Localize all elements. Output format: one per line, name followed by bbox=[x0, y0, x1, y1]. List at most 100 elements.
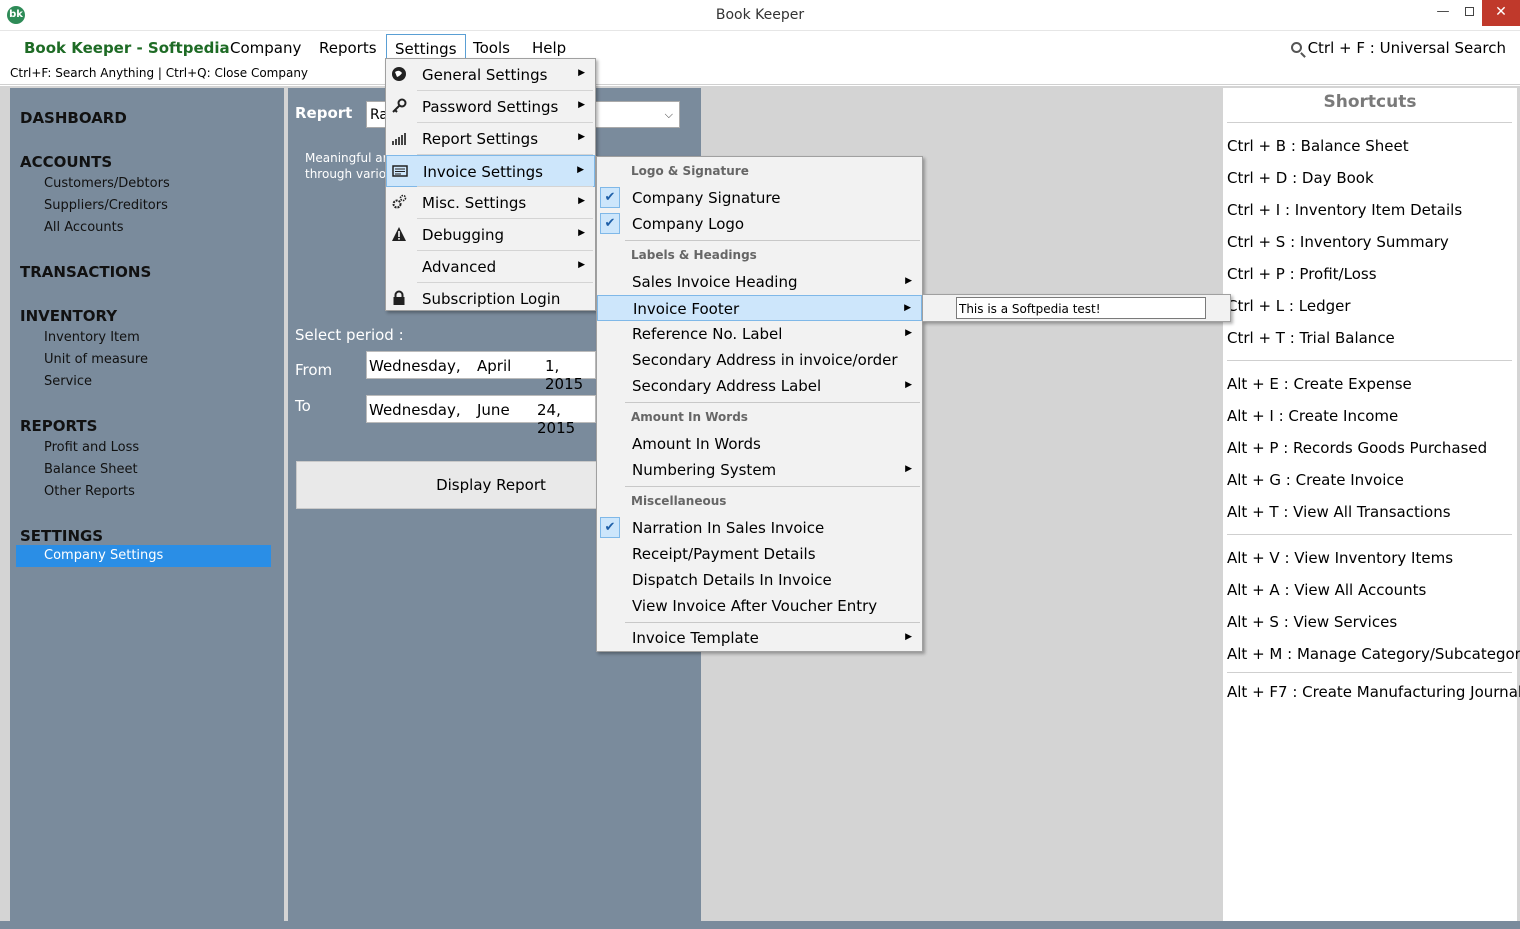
submenu-arrow-icon: ▶ bbox=[578, 260, 585, 270]
shortcut-item: Alt + M : Manage Category/Subcategory bbox=[1227, 645, 1520, 663]
sidebar-item-profit-loss[interactable]: Profit and Loss bbox=[44, 440, 139, 455]
section-heading-logo: Logo & Signature bbox=[631, 164, 749, 178]
menu-dispatch-details[interactable]: Dispatch Details In Invoice bbox=[597, 567, 922, 593]
menu-label: Narration In Sales Invoice bbox=[632, 519, 825, 537]
shortcut-item: Ctrl + L : Ledger bbox=[1227, 297, 1351, 315]
menu-report-settings[interactable]: Report Settings ▶ bbox=[386, 123, 595, 155]
menu-tools[interactable]: Tools bbox=[473, 39, 510, 57]
menu-label: Company Signature bbox=[632, 189, 781, 207]
menu-debugging[interactable]: Debugging ▶ bbox=[386, 219, 595, 251]
menu-label: Reference No. Label bbox=[632, 325, 783, 343]
menu-label: Invoice Settings bbox=[423, 163, 543, 181]
menu-subscription-login[interactable]: Subscription Login bbox=[386, 283, 595, 315]
sidebar-item-all-accounts[interactable]: All Accounts bbox=[44, 220, 124, 235]
menu-reference-no-label[interactable]: Reference No. Label ▶ bbox=[597, 321, 922, 347]
menu-label: Receipt/Payment Details bbox=[632, 545, 816, 563]
menu-amount-in-words[interactable]: Amount In Words bbox=[597, 431, 922, 457]
close-button[interactable]: ✕ bbox=[1482, 0, 1520, 26]
from-label: From bbox=[295, 361, 333, 379]
menu-password-settings[interactable]: Password Settings ▶ bbox=[386, 91, 595, 123]
menu-advanced[interactable]: Advanced ▶ bbox=[386, 251, 595, 283]
shortcuts-divider bbox=[1227, 360, 1512, 361]
menu-label: Sales Invoice Heading bbox=[632, 273, 798, 291]
minimize-button[interactable]: — bbox=[1430, 0, 1456, 26]
shortcuts-divider bbox=[1227, 672, 1512, 673]
sidebar-item-inventory-item[interactable]: Inventory Item bbox=[44, 330, 140, 345]
universal-search[interactable]: Ctrl + F : Universal Search bbox=[1290, 39, 1506, 57]
sidebar-item-unit-of-measure[interactable]: Unit of measure bbox=[44, 352, 148, 367]
sidebar-item-balance-sheet[interactable]: Balance Sheet bbox=[44, 462, 138, 477]
menu-invoice-template[interactable]: Invoice Template ▶ bbox=[597, 625, 922, 651]
sidebar-dashboard[interactable]: DASHBOARD bbox=[20, 109, 127, 127]
menu-invoice-footer[interactable]: Invoice Footer ▶ bbox=[597, 295, 922, 321]
sidebar-item-service[interactable]: Service bbox=[44, 374, 92, 389]
submenu-arrow-icon: ▶ bbox=[578, 196, 585, 206]
shortcuts-panel: Shortcuts Ctrl + B : Balance Sheet Ctrl … bbox=[1223, 88, 1520, 921]
menu-secondary-address[interactable]: Secondary Address in invoice/order bbox=[597, 347, 922, 373]
menu-company[interactable]: Company bbox=[230, 39, 301, 57]
shortcut-item: Alt + V : View Inventory Items bbox=[1227, 549, 1454, 567]
from-date-picker[interactable]: Wednesday, April 1, 2015 bbox=[366, 351, 596, 393]
menu-numbering-system[interactable]: Numbering System ▶ bbox=[597, 457, 922, 483]
menu-view-invoice-after-voucher[interactable]: View Invoice After Voucher Entry bbox=[597, 593, 922, 619]
submenu-arrow-icon: ▶ bbox=[578, 228, 585, 238]
maximize-button[interactable] bbox=[1456, 0, 1482, 26]
menu-label: Report Settings bbox=[422, 130, 539, 148]
menu-label: General Settings bbox=[422, 66, 548, 84]
report-description-line1: Meaningful ar bbox=[305, 151, 388, 165]
shortcuts-divider bbox=[1227, 122, 1512, 123]
search-icon bbox=[1290, 42, 1302, 53]
to-weekday: Wednesday, bbox=[369, 401, 461, 419]
menu-narration-in-sales-invoice[interactable]: ✔ Narration In Sales Invoice bbox=[597, 515, 922, 541]
menu-divider bbox=[625, 622, 920, 623]
menu-receipt-payment-details[interactable]: Receipt/Payment Details bbox=[597, 541, 922, 567]
menu-label: View Invoice After Voucher Entry bbox=[632, 597, 878, 615]
menu-misc-settings[interactable]: Misc. Settings ▶ bbox=[386, 187, 595, 219]
menu-label: Secondary Address Label bbox=[632, 377, 822, 395]
menu-label: Debugging bbox=[422, 226, 505, 244]
to-label: To bbox=[295, 397, 311, 415]
shortcut-item: Ctrl + P : Profit/Loss bbox=[1227, 265, 1377, 283]
menu-general-settings[interactable]: General Settings ▶ bbox=[386, 59, 595, 91]
shortcut-item: Ctrl + S : Inventory Summary bbox=[1227, 233, 1449, 251]
section-heading-amount: Amount In Words bbox=[631, 410, 748, 424]
sidebar-transactions-heading[interactable]: TRANSACTIONS bbox=[20, 263, 151, 281]
sidebar-accounts-heading[interactable]: ACCOUNTS bbox=[20, 153, 112, 171]
to-date-picker[interactable]: Wednesday, June 24, 2015 bbox=[366, 395, 596, 437]
submenu-arrow-icon: ▶ bbox=[905, 380, 912, 390]
invoice-footer-input[interactable] bbox=[956, 297, 1206, 319]
menu-label: Amount In Words bbox=[632, 435, 761, 453]
shortcut-item: Alt + S : View Services bbox=[1227, 613, 1398, 631]
menu-label: Password Settings bbox=[422, 98, 559, 116]
check-icon: ✔ bbox=[600, 187, 620, 208]
shortcut-item: Alt + I : Create Income bbox=[1227, 407, 1399, 425]
shortcuts-title: Shortcuts bbox=[1323, 92, 1417, 112]
shortcut-item: Ctrl + B : Balance Sheet bbox=[1227, 137, 1409, 155]
warning-icon bbox=[390, 226, 408, 244]
menu-label: Misc. Settings bbox=[422, 194, 527, 212]
sidebar-item-other-reports[interactable]: Other Reports bbox=[44, 484, 135, 499]
menu-company-signature[interactable]: ✔ Company Signature bbox=[597, 185, 922, 211]
sidebar-inventory-heading[interactable]: INVENTORY bbox=[20, 307, 117, 325]
invoice-settings-submenu: Logo & Signature ✔ Company Signature ✔ C… bbox=[596, 156, 923, 652]
sidebar-settings-heading[interactable]: SETTINGS bbox=[20, 527, 103, 545]
menu-label: Invoice Footer bbox=[633, 300, 740, 318]
menu-help[interactable]: Help bbox=[532, 39, 566, 57]
shortcuts-divider bbox=[1227, 534, 1512, 535]
submenu-arrow-icon: ▶ bbox=[905, 632, 912, 642]
menu-secondary-address-label[interactable]: Secondary Address Label ▶ bbox=[597, 373, 922, 399]
menu-settings[interactable]: Settings bbox=[386, 34, 466, 61]
menu-sales-invoice-heading[interactable]: Sales Invoice Heading ▶ bbox=[597, 269, 922, 295]
menu-reports[interactable]: Reports bbox=[319, 39, 377, 57]
to-month: June bbox=[477, 401, 510, 419]
sidebar-item-suppliers[interactable]: Suppliers/Creditors bbox=[44, 198, 168, 213]
menu-bar: Book Keeper - Softpedia Company Reports … bbox=[0, 31, 1520, 62]
menu-company-logo[interactable]: ✔ Company Logo bbox=[597, 211, 922, 237]
section-heading-labels: Labels & Headings bbox=[631, 248, 757, 262]
from-weekday: Wednesday, bbox=[369, 357, 461, 375]
window-title: Book Keeper bbox=[715, 7, 805, 23]
sidebar-reports-heading[interactable]: REPORTS bbox=[20, 417, 97, 435]
menu-invoice-settings[interactable]: Invoice Settings ▶ bbox=[386, 155, 595, 187]
sidebar-item-customers[interactable]: Customers/Debtors bbox=[44, 176, 170, 191]
chevron-down-icon: ⌵ bbox=[664, 108, 673, 121]
